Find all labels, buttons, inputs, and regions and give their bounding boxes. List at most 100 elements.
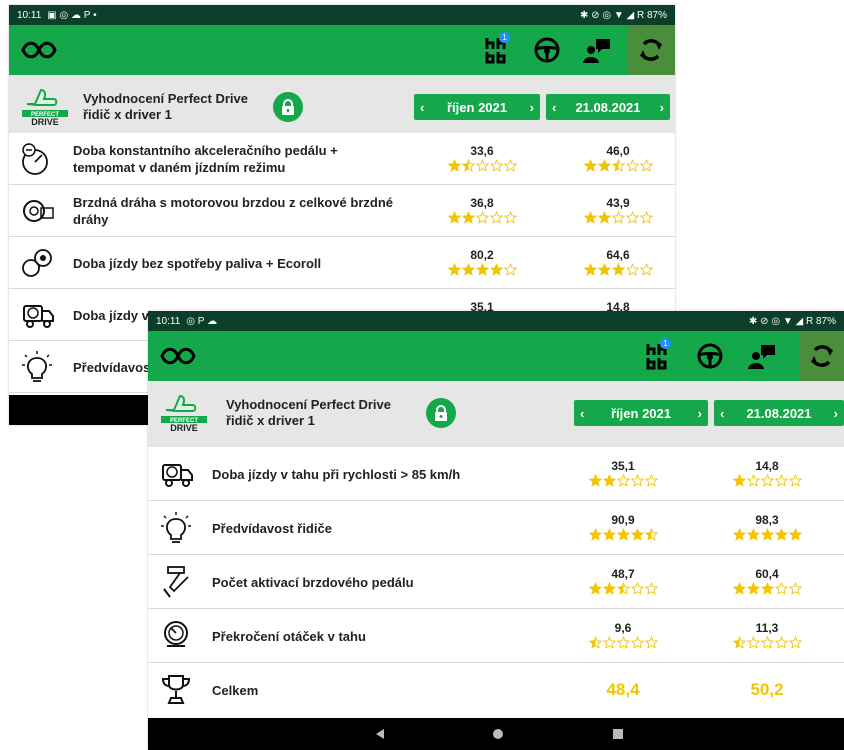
total-label: Celkem bbox=[212, 682, 259, 698]
svg-text:DRIVE: DRIVE bbox=[170, 423, 198, 432]
star-icon bbox=[447, 210, 461, 224]
recents-nav-icon[interactable] bbox=[612, 728, 624, 740]
table-row[interactable]: Brzdná dráha s motorovou brzdou z celkov… bbox=[9, 185, 675, 237]
star-icon bbox=[475, 210, 489, 224]
messages-button[interactable] bbox=[575, 25, 619, 75]
messages-button[interactable] bbox=[740, 331, 784, 381]
period2-value: 14,8 bbox=[722, 459, 812, 492]
rating-stars bbox=[447, 210, 517, 224]
star-icon bbox=[625, 210, 639, 224]
table-row[interactable]: Doba jízdy bez spotřeby paliva + Ecoroll… bbox=[9, 237, 675, 289]
period2-selector[interactable]: ‹ 21.08.2021 › bbox=[546, 94, 670, 120]
home-nav-icon[interactable] bbox=[492, 728, 504, 740]
metric-label: Předvídavost řidiče bbox=[212, 520, 332, 537]
star-icon bbox=[760, 581, 774, 595]
period1-selector[interactable]: ‹ říjen 2021 › bbox=[574, 400, 708, 426]
metric-label-line1: Doba konstantního akceleračního pedálu + bbox=[73, 143, 338, 158]
period2-next-button[interactable]: › bbox=[834, 406, 838, 421]
table-row[interactable]: Předvídavost řidiče 90,9 98,3 bbox=[148, 501, 844, 555]
period1-prev-button[interactable]: ‹ bbox=[420, 100, 424, 115]
perfect-drive-logo: PERFECT DRIVE bbox=[161, 394, 207, 432]
app-logo-icon bbox=[160, 347, 196, 365]
evaluation-header: PERFECT DRIVE Vyhodnocení Perfect Drive … bbox=[9, 75, 675, 133]
lock-button[interactable] bbox=[426, 398, 456, 428]
star-icon bbox=[788, 527, 802, 541]
star-icon bbox=[760, 527, 774, 541]
star-icon bbox=[746, 581, 760, 595]
star-icon bbox=[644, 527, 658, 541]
period1-value: 33,6 bbox=[437, 144, 527, 177]
truck-speed-icon bbox=[23, 305, 54, 328]
star-icon bbox=[588, 473, 602, 487]
table-row[interactable]: Doba jízdy v tahu při rychlosti > 85 km/… bbox=[148, 447, 844, 501]
period2-score: 46,0 bbox=[606, 144, 630, 158]
back-nav-icon[interactable] bbox=[374, 728, 386, 740]
drivers-badge: 1 bbox=[660, 338, 671, 349]
lock-button[interactable] bbox=[273, 92, 303, 122]
star-icon bbox=[611, 262, 625, 276]
rating-stars bbox=[447, 262, 517, 276]
brake-pedal-icon bbox=[163, 566, 189, 598]
drivers-menu-button[interactable]: 1 bbox=[475, 25, 519, 75]
user-message-icon bbox=[748, 345, 775, 369]
rating-stars bbox=[583, 210, 653, 224]
rpm-icon bbox=[164, 621, 188, 647]
star-icon bbox=[447, 158, 461, 172]
period1-next-button[interactable]: › bbox=[530, 100, 534, 115]
user-message-icon bbox=[583, 39, 610, 63]
rating-stars bbox=[588, 581, 658, 595]
period1-score: 33,6 bbox=[470, 144, 494, 158]
period2-score: 11,3 bbox=[755, 621, 779, 635]
star-icon bbox=[616, 473, 630, 487]
driving-mode-button[interactable] bbox=[525, 25, 569, 75]
metric-label: Brzdná dráha s motorovou brzdou z celkov… bbox=[73, 194, 393, 228]
app-bar: 1 bbox=[9, 25, 675, 75]
period2-next-button[interactable]: › bbox=[660, 100, 664, 115]
period2-prev-button[interactable]: ‹ bbox=[720, 406, 724, 421]
star-icon bbox=[602, 581, 616, 595]
star-icon bbox=[746, 635, 760, 649]
period1-value: 9,6 bbox=[578, 621, 668, 654]
period1-selector[interactable]: ‹ říjen 2021 › bbox=[414, 94, 540, 120]
rating-stars bbox=[732, 581, 802, 595]
star-icon bbox=[616, 527, 630, 541]
app-bar: 1 bbox=[148, 331, 844, 381]
period1-score: 90,9 bbox=[611, 513, 635, 527]
steering-wheel-icon bbox=[697, 343, 723, 369]
refresh-icon bbox=[640, 39, 662, 61]
star-icon bbox=[588, 635, 602, 649]
table-row[interactable]: Počet aktivací brzdového pedálu 48,7 60,4 bbox=[148, 555, 844, 609]
star-icon bbox=[644, 473, 658, 487]
period1-next-button[interactable]: › bbox=[698, 406, 702, 421]
truck-speed-icon bbox=[162, 464, 193, 487]
rating-stars bbox=[732, 527, 802, 541]
star-icon bbox=[503, 210, 517, 224]
period1-prev-button[interactable]: ‹ bbox=[580, 406, 584, 421]
metric-label-line1: Předvídavos bbox=[73, 359, 151, 375]
table-row[interactable]: Doba konstantního akceleračního pedálu +… bbox=[9, 133, 675, 185]
period2-prev-button[interactable]: ‹ bbox=[552, 100, 556, 115]
period1-score: 35,1 bbox=[611, 459, 635, 473]
period1-label: říjen 2021 bbox=[447, 99, 507, 115]
period1-value: 90,9 bbox=[578, 513, 668, 546]
star-icon bbox=[503, 158, 517, 172]
star-icon bbox=[625, 262, 639, 276]
period2-value: 43,9 bbox=[573, 196, 663, 229]
drivers-menu-button[interactable]: 1 bbox=[636, 331, 680, 381]
table-row[interactable]: Překročení otáček v tahu 9,6 11,3 bbox=[148, 609, 844, 663]
period1-score: 80,2 bbox=[470, 248, 494, 262]
period2-selector[interactable]: ‹ 21.08.2021 › bbox=[714, 400, 844, 426]
star-icon bbox=[774, 473, 788, 487]
refresh-button[interactable] bbox=[627, 25, 675, 75]
period2-score: 64,6 bbox=[606, 248, 630, 262]
svg-text:DRIVE: DRIVE bbox=[31, 117, 59, 126]
rating-stars bbox=[447, 158, 517, 172]
star-icon bbox=[732, 527, 746, 541]
refresh-button[interactable] bbox=[800, 331, 844, 381]
driving-mode-button[interactable] bbox=[688, 331, 732, 381]
star-icon bbox=[447, 262, 461, 276]
star-icon bbox=[774, 527, 788, 541]
star-icon bbox=[644, 635, 658, 649]
period2-score: 98,3 bbox=[755, 513, 779, 527]
title-line2: řidič x driver 1 bbox=[83, 107, 172, 122]
